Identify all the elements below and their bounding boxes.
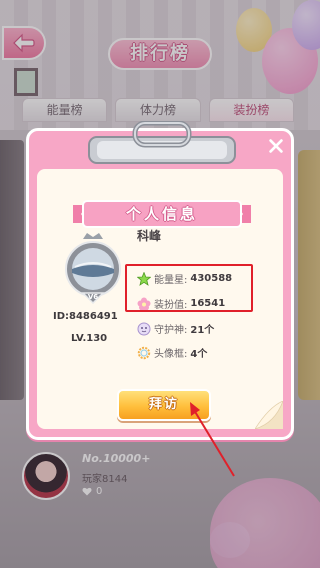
stat-value: 21个: [190, 325, 215, 336]
visit-button[interactable]: 拜访: [117, 389, 211, 421]
close-button[interactable]: [265, 135, 287, 157]
guardian-icon: [137, 322, 151, 335]
avatar-badge: V6: [65, 233, 121, 305]
wreath-icon: [137, 346, 151, 359]
vip-badge: V6: [88, 293, 98, 301]
stat-guardians: 守护神: 21个: [137, 321, 214, 336]
user-name: 科峰: [137, 229, 162, 243]
stat-value: 4个: [190, 349, 208, 360]
highlight-box: [125, 264, 253, 312]
stat-label: 守护神:: [154, 325, 188, 336]
stat-avatar-frames: 头像框: 4个: [137, 345, 207, 360]
user-id: ID:8486491: [53, 311, 118, 322]
personal-info-modal: 个人信息 V6 ID:8486491 LV.130 科峰 能量星: 430588…: [26, 121, 294, 440]
close-icon: [269, 139, 283, 153]
clipboard-clip-icon: [88, 121, 236, 164]
modal-title: 个人信息: [125, 205, 198, 223]
page-curl-decoration: [255, 401, 283, 429]
stat-label: 头像框:: [154, 349, 188, 360]
user-level: LV.130: [71, 333, 108, 344]
